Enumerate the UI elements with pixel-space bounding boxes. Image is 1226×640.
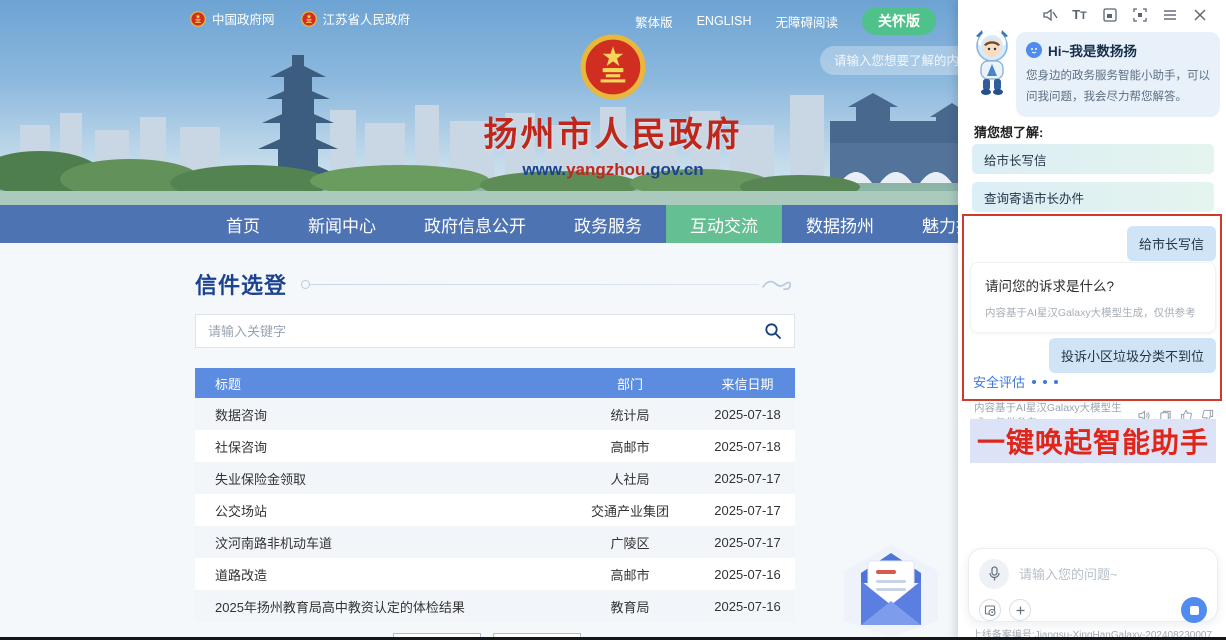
table-row[interactable]: 2025年扬州教育局高中教资认定的体检结果 教育局 2025-07-16 <box>195 590 795 622</box>
table-row[interactable]: 失业保险金领取 人社局 2025-07-17 <box>195 462 795 494</box>
letters-table: 标题 部门 来信日期 数据咨询 统计局 2025-07-18 社保咨询 高邮市 … <box>195 368 795 622</box>
english-link[interactable]: ENGLISH <box>697 14 752 28</box>
nav-item-interaction[interactable]: 互动交流 <box>666 205 782 243</box>
assistant-message-bubble: 请问您的诉求是什么? 内容基于AI星汉Galaxy大模型生成，仅供参考 <box>970 262 1216 333</box>
china-gov-label: 中国政府网 <box>212 9 275 28</box>
national-emblem-icon <box>301 11 317 27</box>
mute-icon[interactable] <box>1041 6 1058 23</box>
yangzhou-gov-page: 中国政府网 江苏省人民政府 繁体版 ENGLISH 无障碍阅读 关怀版 <box>0 0 1226 640</box>
loading-dot <box>1032 380 1036 384</box>
chat-input-card <box>968 548 1218 622</box>
care-version-button[interactable]: 关怀版 <box>862 7 936 35</box>
url-highlight: yangzhou <box>566 160 645 179</box>
table-row[interactable]: 社保咨询 高邮市 2025-07-18 <box>195 430 795 462</box>
col-header-date: 来信日期 <box>700 374 795 393</box>
keyword-search-input[interactable] <box>208 324 764 339</box>
ai-assistant-panel: TT <box>958 0 1226 640</box>
assistant-badge-icon <box>1026 42 1042 58</box>
keyword-search-box[interactable] <box>195 314 795 348</box>
letter-department: 高邮市 <box>560 565 700 584</box>
letters-section-title: 信件选登 <box>195 268 287 300</box>
window-mode-icon[interactable] <box>1101 6 1118 23</box>
microphone-button[interactable] <box>979 559 1009 589</box>
open-envelope-icon <box>836 543 946 639</box>
user-message-bubble: 投诉小区垃圾分类不到位 <box>1049 338 1216 373</box>
letter-department: 高邮市 <box>560 437 700 456</box>
national-emblem-icon <box>580 34 646 100</box>
assistant-message-note: 内容基于AI星汉Galaxy大模型生成，仅供参考 <box>985 305 1201 320</box>
national-emblem-icon <box>190 11 206 27</box>
china-gov-link[interactable]: 中国政府网 <box>190 9 275 28</box>
guess-section-label: 猜您想了解: <box>974 122 1043 141</box>
col-header-department: 部门 <box>560 374 700 393</box>
security-evaluation-status: 安全评估 <box>973 372 1058 391</box>
chat-toolbar: TT <box>1041 6 1208 23</box>
fullscreen-icon[interactable] <box>1131 6 1148 23</box>
letter-title[interactable]: 失业保险金领取 <box>195 469 560 488</box>
user-message-bubble: 给市长写信 <box>1127 226 1216 261</box>
suggestion-query-mayor-case[interactable]: 查询寄语市长办件 <box>972 182 1214 212</box>
loading-dot <box>1054 380 1058 384</box>
welcome-body: 您身边的政务服务智能小助手，可以问我问题，我会尽力帮您解答。 <box>1026 66 1210 107</box>
decorative-dot <box>301 280 310 289</box>
promo-banner: 一键唤起智能助手 <box>970 419 1216 463</box>
letter-date: 2025-07-16 <box>700 567 795 582</box>
font-size-icon[interactable]: TT <box>1071 6 1088 23</box>
table-row[interactable]: 汶河南路非机动车道 广陵区 2025-07-17 <box>195 526 795 558</box>
letter-date: 2025-07-18 <box>700 407 795 422</box>
suggestion-write-mayor[interactable]: 给市长写信 <box>972 144 1214 174</box>
letter-department: 教育局 <box>560 597 700 616</box>
decorative-line <box>310 284 759 285</box>
menu-icon[interactable] <box>1161 6 1178 23</box>
letter-date: 2025-07-16 <box>700 599 795 614</box>
letter-department: 交通产业集团 <box>560 501 700 520</box>
history-icon[interactable] <box>979 599 1001 621</box>
nav-item-data-yangzhou[interactable]: 数据扬州 <box>782 205 898 243</box>
letter-date: 2025-07-17 <box>700 535 795 550</box>
stop-icon <box>1190 606 1199 615</box>
nav-item-news[interactable]: 新闻中心 <box>284 205 400 243</box>
accessibility-link[interactable]: 无障碍阅读 <box>775 12 838 31</box>
letter-date: 2025-07-18 <box>700 439 795 454</box>
letter-title[interactable]: 社保咨询 <box>195 437 560 456</box>
welcome-title: Hi~我是数扬扬 <box>1048 40 1137 60</box>
letter-title[interactable]: 公交场站 <box>195 501 560 520</box>
add-icon[interactable] <box>1009 599 1031 621</box>
letters-section-header: 信件选登 <box>195 270 795 298</box>
letter-title[interactable]: 道路改造 <box>195 565 560 584</box>
table-row[interactable]: 数据咨询 统计局 2025-07-18 <box>195 398 795 430</box>
traditional-chinese-link[interactable]: 繁体版 <box>635 12 673 31</box>
promo-banner-text: 一键唤起智能助手 <box>977 421 1209 461</box>
letter-title[interactable]: 汶河南路非机动车道 <box>195 533 560 552</box>
nav-item-gov-services[interactable]: 政务服务 <box>550 205 666 243</box>
letter-department: 广陵区 <box>560 533 700 552</box>
jiangsu-gov-link[interactable]: 江苏省人民政府 <box>301 9 411 28</box>
jiangsu-gov-label: 江苏省人民政府 <box>323 9 411 28</box>
letter-department: 统计局 <box>560 405 700 424</box>
table-row[interactable]: 道路改造 高邮市 2025-07-16 <box>195 558 795 590</box>
loading-dot <box>1043 380 1047 384</box>
security-evaluation-label: 安全评估 <box>973 372 1025 391</box>
nav-item-home[interactable]: 首页 <box>202 205 284 243</box>
assistant-message-text: 请问您的诉求是什么? <box>985 275 1201 295</box>
welcome-message-bubble: Hi~我是数扬扬 您身边的政务服务智能小助手，可以问我问题，我会尽力帮您解答。 <box>1016 32 1220 117</box>
table-row[interactable]: 公交场站 交通产业集团 2025-07-17 <box>195 494 795 526</box>
search-icon[interactable] <box>764 322 782 340</box>
nav-item-info-disclosure[interactable]: 政府信息公开 <box>400 205 550 243</box>
col-header-title: 标题 <box>195 374 560 393</box>
close-icon[interactable] <box>1191 6 1208 23</box>
cloud-ornament-icon <box>761 276 795 292</box>
letter-date: 2025-07-17 <box>700 471 795 486</box>
url-prefix: www. <box>522 160 566 179</box>
stop-generating-button[interactable] <box>1181 597 1207 623</box>
table-body: 数据咨询 统计局 2025-07-18 社保咨询 高邮市 2025-07-18 … <box>195 398 795 622</box>
mascot-avatar <box>968 28 1016 96</box>
chat-question-input[interactable] <box>1019 567 1207 582</box>
url-suffix: .gov.cn <box>645 160 703 179</box>
letter-title[interactable]: 2025年扬州教育局高中教资认定的体检结果 <box>195 597 560 616</box>
letter-date: 2025-07-17 <box>700 503 795 518</box>
table-header-row: 标题 部门 来信日期 <box>195 368 795 398</box>
letter-title[interactable]: 数据咨询 <box>195 405 560 424</box>
letter-department: 人社局 <box>560 469 700 488</box>
